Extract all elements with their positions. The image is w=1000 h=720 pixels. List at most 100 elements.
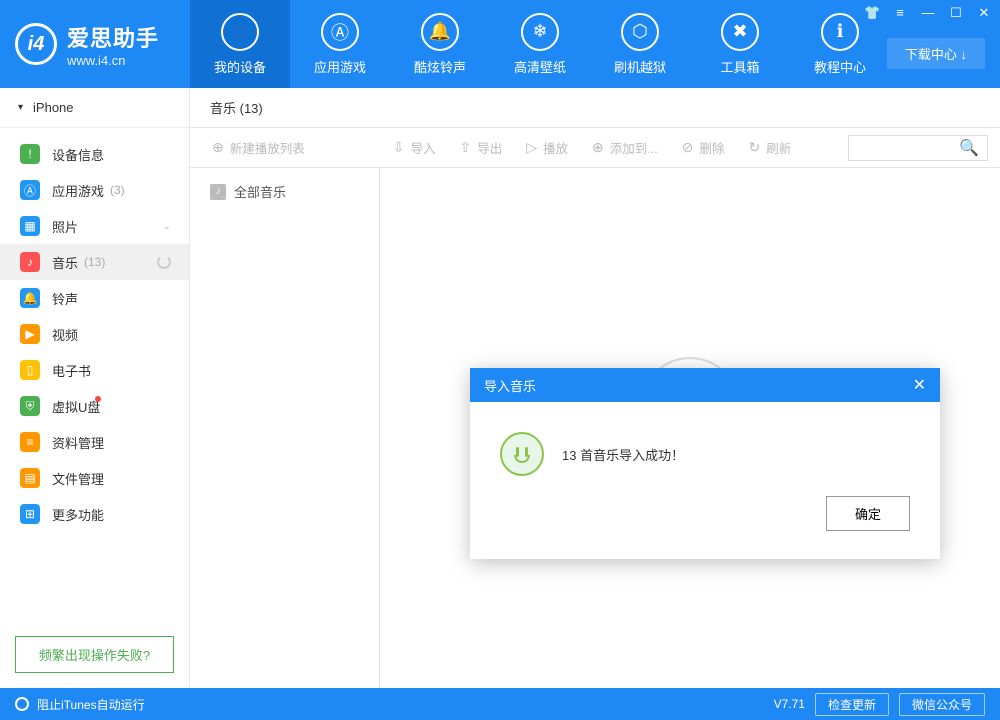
app-header: i4 爱思助手 www.i4.cn 我的设备 Ⓐ 应用游戏 🔔 酷炫铃声 ❄ 高… [0,0,1000,88]
app-title: 爱思助手 [67,21,159,53]
nav-label: 刷机越狱 [614,57,666,76]
window-controls: 👕 ≡ — ☐ ✕ [864,5,992,21]
sidebar-item-5[interactable]: ▶ 视频 [0,316,189,352]
sidebar-item-8[interactable]: ≡ 资料管理 [0,424,189,460]
sidebar-label: 应用游戏 [52,181,104,200]
ok-button[interactable]: 确定 [826,496,910,531]
import-dialog: 导入音乐 ✕ 13 首音乐导入成功！ 确定 [470,368,940,559]
device-name: iPhone [33,100,73,115]
sidebar-item-1[interactable]: Ⓐ 应用游戏 (3) [0,172,189,208]
sidebar-label: 文件管理 [52,469,104,488]
chevron-down-icon: ⌄ [163,221,171,232]
success-icon [500,432,544,476]
device-header[interactable]: ▾ iPhone [0,88,189,128]
sidebar-item-0[interactable]: ! 设备信息 [0,136,189,172]
sidebar-badge: (13) [84,255,105,269]
import-button[interactable]: ⇩导入 [383,134,446,161]
sidebar-item-10[interactable]: ⊞ 更多功能 [0,496,189,532]
sidebar-item-4[interactable]: 🔔铃声 [0,280,189,316]
main-nav: 我的设备 Ⓐ 应用游戏 🔔 酷炫铃声 ❄ 高清壁纸 ⬡ 刷机越狱 ✖ 工具箱 ℹ… [190,0,890,88]
main-panel: 音乐 (13) ⊕新建播放列表 ⇩导入 ⇧导出 ▷播放 ⊕添加到... ⊘删除 … [190,88,1000,688]
tab-music[interactable]: 音乐 (13) [210,98,263,117]
search-icon: 🔍 [959,138,979,158]
sidebar-item-3[interactable]: ♪ 音乐 (13) [0,244,189,280]
check-update-button[interactable]: 检查更新 [815,693,889,716]
snowflake-icon: ❄ [521,13,559,51]
sidebar-icon: Ⓐ [20,180,40,200]
loading-spinner-icon [157,255,171,269]
music-icon: ♪ [210,184,226,200]
itunes-toggle[interactable]: 阻止iTunes自动运行 [37,696,145,713]
search-input[interactable]: 🔍 [848,135,988,161]
box-icon: ⬡ [621,13,659,51]
refresh-icon: ↻ [748,139,760,156]
status-indicator-icon [15,697,29,711]
sidebar-label: 视频 [52,325,78,344]
play-button[interactable]: ▷播放 [516,134,578,161]
bell-icon: 🔔 [421,13,459,51]
close-icon[interactable]: ✕ [976,5,992,21]
add-to-button[interactable]: ⊕添加到... [582,134,668,161]
sidebar-icon: ▯ [20,360,40,380]
app-url: www.i4.cn [67,53,159,68]
notification-dot-icon [95,396,101,402]
dialog-close-button[interactable]: ✕ [913,375,926,395]
sidebar-item-9[interactable]: ▤文件管理 [0,460,189,496]
download-center-button[interactable]: 下载中心 ↓ [887,38,985,69]
sidebar-badge: (3) [110,183,125,197]
sidebar-icon: ≡ [20,432,40,452]
sidebar-icon: ♪ [20,252,40,272]
sidebar-label: 更多功能 [52,505,104,524]
all-music-item[interactable]: ♪ 全部音乐 [210,182,359,201]
nav-label: 教程中心 [814,57,866,76]
menu-icon[interactable]: ≡ [892,5,908,21]
refresh-button[interactable]: ↻刷新 [738,134,801,161]
tab-bar: 音乐 (13) [190,88,1000,128]
sidebar-icon: ⛨ [20,396,40,416]
sidebar-icon: ▶ [20,324,40,344]
export-button[interactable]: ⇧导出 [450,134,513,161]
logo-area: i4 爱思助手 www.i4.cn [0,21,190,68]
sidebar-icon: ⊞ [20,504,40,524]
dialog-title: 导入音乐 [484,376,536,395]
sidebar-label: 音乐 [52,253,78,272]
delete-icon: ⊘ [682,139,694,156]
sidebar-label: 照片 [52,217,78,236]
toolbar: ⊕新建播放列表 ⇩导入 ⇧导出 ▷播放 ⊕添加到... ⊘删除 ↻刷新 🔍 [190,128,1000,168]
nav-my-device[interactable]: 我的设备 [190,0,290,88]
new-playlist-button[interactable]: ⊕新建播放列表 [202,134,315,161]
sidebar-icon: ! [20,144,40,164]
nav-apps[interactable]: Ⓐ 应用游戏 [290,0,390,88]
sidebar-item-6[interactable]: ▯ 电子书 [0,352,189,388]
delete-button[interactable]: ⊘删除 [672,134,735,161]
nav-wallpaper[interactable]: ❄ 高清壁纸 [490,0,590,88]
dialog-message: 13 首音乐导入成功！ [562,445,684,464]
skin-icon[interactable]: 👕 [864,5,880,21]
wechat-button[interactable]: 微信公众号 [899,693,985,716]
nav-ringtones[interactable]: 🔔 酷炫铃声 [390,0,490,88]
plus-icon: ⊕ [212,139,224,156]
nav-label: 应用游戏 [314,57,366,76]
sidebar-item-2[interactable]: ▦照片⌄ [0,208,189,244]
help-button[interactable]: 频繁出现操作失败? [15,636,174,673]
tools-icon: ✖ [721,13,759,51]
apple-icon [221,13,259,51]
nav-jailbreak[interactable]: ⬡ 刷机越狱 [590,0,690,88]
sidebar-label: 设备信息 [52,145,104,164]
version-label: V7.71 [774,697,805,711]
nav-label: 高清壁纸 [514,57,566,76]
import-icon: ⇩ [393,139,405,156]
nav-label: 酷炫铃声 [414,57,466,76]
sidebar-item-7[interactable]: ⛨虚拟U盘 [0,388,189,424]
sidebar-label: 电子书 [52,361,91,380]
minimize-icon[interactable]: — [920,5,936,21]
dialog-header: 导入音乐 ✕ [470,368,940,402]
logo-icon: i4 [15,23,57,65]
sidebar-label: 资料管理 [52,433,104,452]
apps-icon: Ⓐ [321,13,359,51]
add-icon: ⊕ [592,139,604,156]
info-icon: ℹ [821,13,859,51]
chevron-down-icon: ▾ [18,102,23,113]
nav-toolbox[interactable]: ✖ 工具箱 [690,0,790,88]
maximize-icon[interactable]: ☐ [948,5,964,21]
